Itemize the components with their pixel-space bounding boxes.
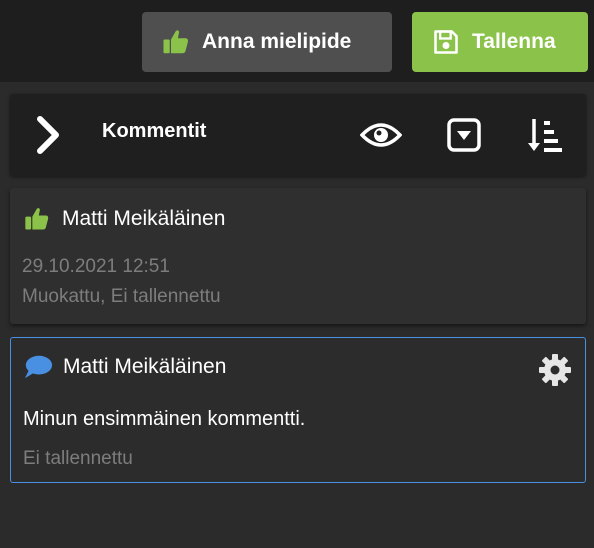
comments-header: Kommentit [10, 94, 586, 176]
comments-title: Kommentit [102, 120, 207, 142]
feedback-button-label: Anna mielipide [202, 30, 352, 53]
comment-date: 29.10.2021 12:51 [22, 256, 170, 277]
sort-amount-down-icon[interactable] [525, 114, 567, 156]
comment-author: Matti Meikäläinen [62, 207, 226, 230]
gear-icon[interactable] [537, 352, 573, 388]
save-button-label: Tallenna [472, 30, 556, 53]
comment-card[interactable]: Matti Meikäläinen Minun ensimmäinen komm… [10, 337, 586, 483]
top-toolbar: Anna mielipide Tallenna [0, 0, 594, 82]
chevron-right-icon[interactable] [34, 114, 64, 156]
save-button[interactable]: Tallenna [412, 12, 588, 72]
thumbs-up-icon [22, 204, 52, 234]
floppy-disk-icon [430, 26, 462, 58]
thumbs-up-icon [160, 26, 192, 58]
comment-card[interactable]: Matti Meikäläinen 29.10.2021 12:51 Muoka… [10, 188, 586, 324]
feedback-button[interactable]: Anna mielipide [142, 12, 392, 72]
speech-bubble-icon [23, 352, 53, 382]
dropdown-square-icon[interactable] [443, 114, 485, 156]
comment-status: Muokattu, Ei tallennettu [22, 286, 221, 307]
comment-author-row: Matti Meikäläinen [22, 204, 225, 234]
comment-text: Minun ensimmäinen kommentti. [23, 408, 306, 430]
eye-icon[interactable] [360, 114, 402, 156]
comment-author-row: Matti Meikäläinen [23, 352, 226, 382]
comment-author: Matti Meikäläinen [63, 355, 227, 378]
comment-status: Ei tallennettu [23, 448, 133, 469]
